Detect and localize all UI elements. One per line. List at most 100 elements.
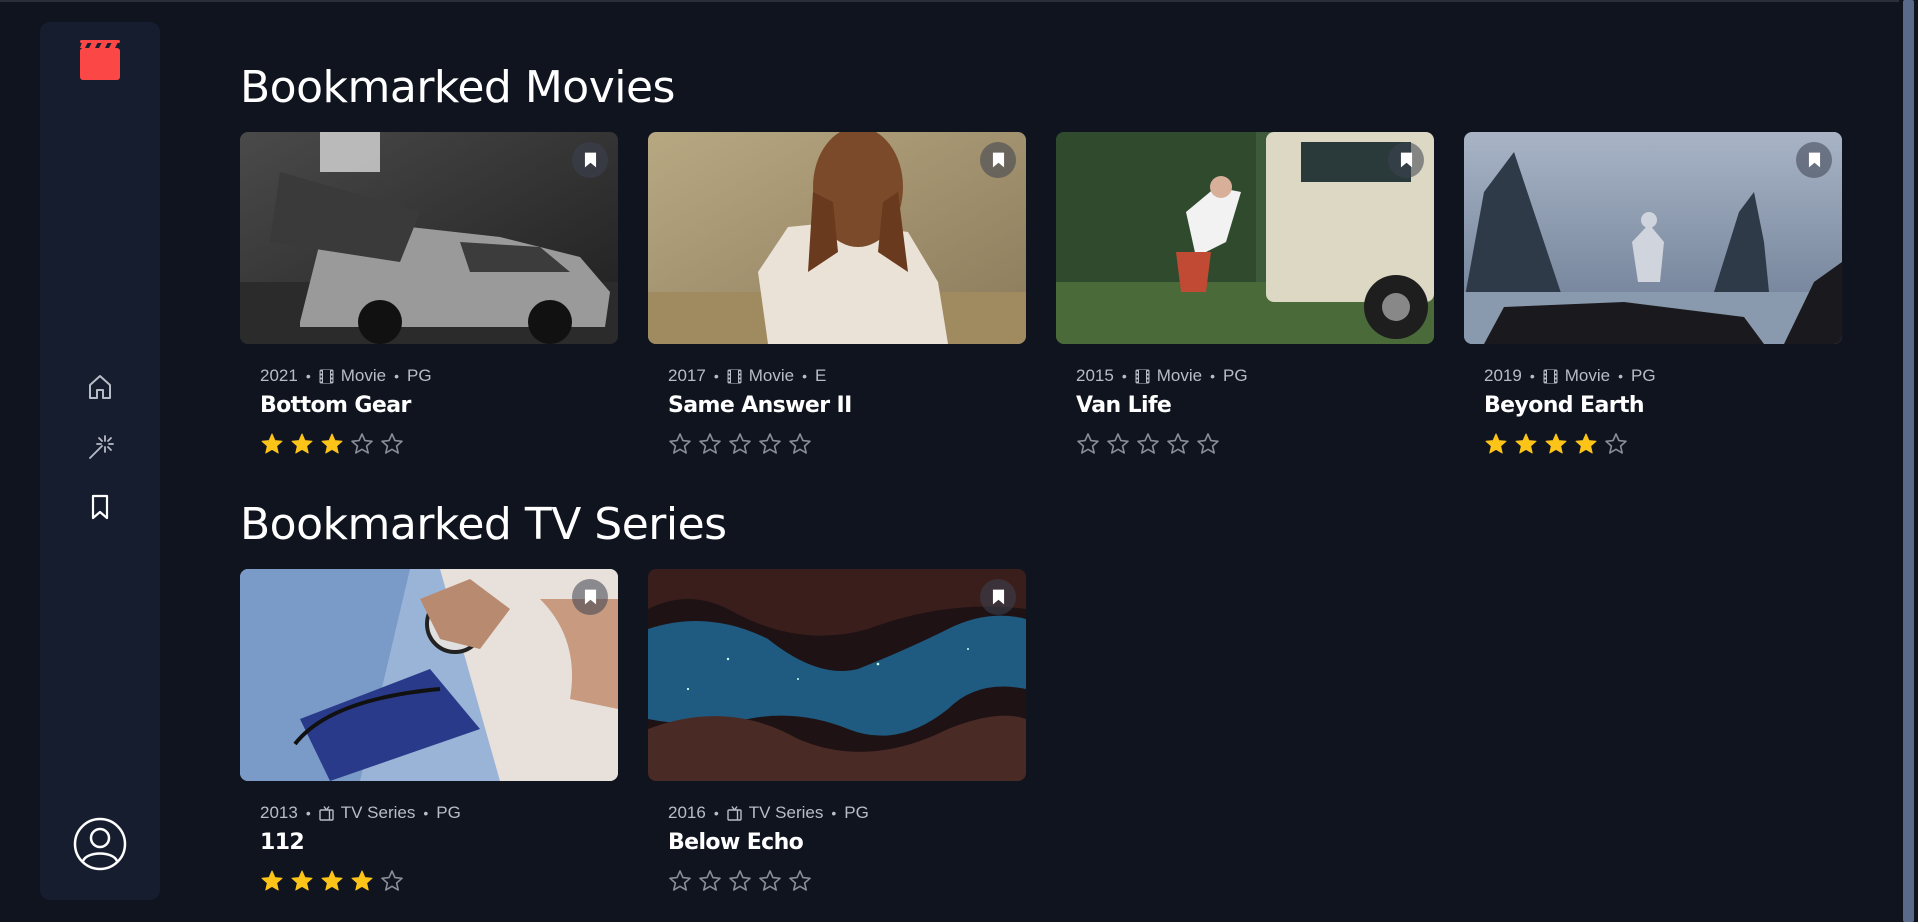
- card-year: 2015: [1076, 366, 1114, 385]
- user-avatar-icon[interactable]: [73, 817, 127, 871]
- sidebar-nav: [40, 22, 160, 900]
- card-title[interactable]: Beyond Earth: [1484, 393, 1645, 418]
- star-empty-icon[interactable]: [758, 432, 782, 456]
- card-meta: 2015 • Movie • PG: [1076, 366, 1248, 385]
- section-title-tv-series: Bookmarked TV Series: [240, 499, 727, 550]
- home-icon[interactable]: [85, 372, 115, 402]
- card-thumbnail[interactable]: [240, 569, 618, 781]
- card-title[interactable]: 112: [260, 830, 305, 855]
- bookmark-toggle-button[interactable]: [1796, 142, 1832, 178]
- magic-wand-icon[interactable]: [85, 432, 115, 462]
- scrollbar-thumb[interactable]: [1903, 0, 1914, 922]
- card-rating: PG: [844, 803, 869, 822]
- card-category: Movie: [1156, 366, 1203, 385]
- star-filled-icon[interactable]: [1514, 432, 1538, 456]
- card-category: TV Series: [748, 803, 824, 822]
- tv-icon: [319, 805, 334, 821]
- card-category: Movie: [748, 366, 795, 385]
- card-title[interactable]: Same Answer II: [668, 393, 852, 418]
- film-icon: [1543, 369, 1558, 383]
- card-year: 2019: [1484, 366, 1522, 385]
- card-meta: 2017 • Movie • E: [668, 366, 827, 385]
- card-category: Movie: [1564, 366, 1611, 385]
- card-title[interactable]: Van Life: [1076, 393, 1172, 418]
- card-title[interactable]: Below Echo: [668, 830, 804, 855]
- bookmark-toggle-button[interactable]: [572, 579, 608, 615]
- card-category: TV Series: [340, 803, 416, 822]
- film-icon: [319, 369, 334, 383]
- tv-series-card[interactable]: 2016 • TV Series • PG Below Echo: [648, 569, 1026, 919]
- card-thumbnail[interactable]: [1056, 132, 1434, 344]
- star-empty-icon[interactable]: [1196, 432, 1220, 456]
- star-filled-icon[interactable]: [260, 869, 284, 893]
- star-filled-icon[interactable]: [1484, 432, 1508, 456]
- clapperboard-icon[interactable]: [80, 40, 120, 80]
- card-thumbnail[interactable]: [1464, 132, 1842, 344]
- star-rating[interactable]: [1076, 432, 1220, 456]
- movie-card[interactable]: 2017 • Movie • E Same Answer II: [648, 132, 1026, 482]
- star-rating[interactable]: [668, 869, 812, 893]
- movie-card[interactable]: 2021 • Movie • PG Bottom Gear: [240, 132, 618, 482]
- bookmark-toggle-button[interactable]: [980, 579, 1016, 615]
- bookmark-icon[interactable]: [85, 492, 115, 522]
- card-thumbnail[interactable]: [648, 569, 1026, 781]
- star-rating[interactable]: [260, 432, 404, 456]
- star-empty-icon[interactable]: [788, 432, 812, 456]
- star-empty-icon[interactable]: [1076, 432, 1100, 456]
- card-thumbnail[interactable]: [648, 132, 1026, 344]
- star-empty-icon[interactable]: [1604, 432, 1628, 456]
- star-filled-icon[interactable]: [1544, 432, 1568, 456]
- bookmark-toggle-button[interactable]: [572, 142, 608, 178]
- star-empty-icon[interactable]: [1106, 432, 1130, 456]
- card-meta: 2021 • Movie • PG: [260, 366, 432, 385]
- star-filled-icon[interactable]: [290, 432, 314, 456]
- star-empty-icon[interactable]: [668, 432, 692, 456]
- star-rating[interactable]: [260, 869, 404, 893]
- bookmark-filled-icon: [1400, 152, 1412, 168]
- bookmark-filled-icon: [992, 589, 1004, 605]
- movie-card[interactable]: 2019 • Movie • PG Beyond Earth: [1464, 132, 1842, 482]
- tv-icon: [727, 805, 742, 821]
- card-year: 2021: [260, 366, 298, 385]
- star-rating[interactable]: [668, 432, 812, 456]
- tv-series-card[interactable]: 2013 • TV Series • PG 112: [240, 569, 618, 919]
- star-filled-icon[interactable]: [350, 869, 374, 893]
- star-filled-icon[interactable]: [320, 432, 344, 456]
- card-year: 2016: [668, 803, 706, 822]
- card-rating: PG: [1631, 366, 1656, 385]
- bookmark-filled-icon: [584, 589, 596, 605]
- star-empty-icon[interactable]: [698, 869, 722, 893]
- bookmark-filled-icon: [1808, 152, 1820, 168]
- card-title[interactable]: Bottom Gear: [260, 393, 411, 418]
- bookmark-filled-icon: [992, 152, 1004, 168]
- star-empty-icon[interactable]: [1136, 432, 1160, 456]
- star-rating[interactable]: [1484, 432, 1628, 456]
- star-filled-icon[interactable]: [320, 869, 344, 893]
- star-empty-icon[interactable]: [380, 432, 404, 456]
- star-empty-icon[interactable]: [668, 869, 692, 893]
- card-rating: PG: [1223, 366, 1248, 385]
- star-empty-icon[interactable]: [1166, 432, 1190, 456]
- star-empty-icon[interactable]: [698, 432, 722, 456]
- bookmark-toggle-button[interactable]: [980, 142, 1016, 178]
- bookmark-filled-icon: [584, 152, 596, 168]
- film-icon: [727, 369, 742, 383]
- star-empty-icon[interactable]: [788, 869, 812, 893]
- star-empty-icon[interactable]: [380, 869, 404, 893]
- star-empty-icon[interactable]: [758, 869, 782, 893]
- card-year: 2017: [668, 366, 706, 385]
- star-filled-icon[interactable]: [260, 432, 284, 456]
- card-meta: 2016 • TV Series • PG: [668, 803, 869, 822]
- card-rating: E: [815, 366, 827, 385]
- star-empty-icon[interactable]: [350, 432, 374, 456]
- movie-card[interactable]: 2015 • Movie • PG Van Life: [1056, 132, 1434, 482]
- card-meta: 2019 • Movie • PG: [1484, 366, 1656, 385]
- card-year: 2013: [260, 803, 298, 822]
- bookmark-toggle-button[interactable]: [1388, 142, 1424, 178]
- star-filled-icon[interactable]: [1574, 432, 1598, 456]
- star-filled-icon[interactable]: [290, 869, 314, 893]
- card-thumbnail[interactable]: [240, 132, 618, 344]
- star-empty-icon[interactable]: [728, 869, 752, 893]
- star-empty-icon[interactable]: [728, 432, 752, 456]
- film-icon: [1135, 369, 1150, 383]
